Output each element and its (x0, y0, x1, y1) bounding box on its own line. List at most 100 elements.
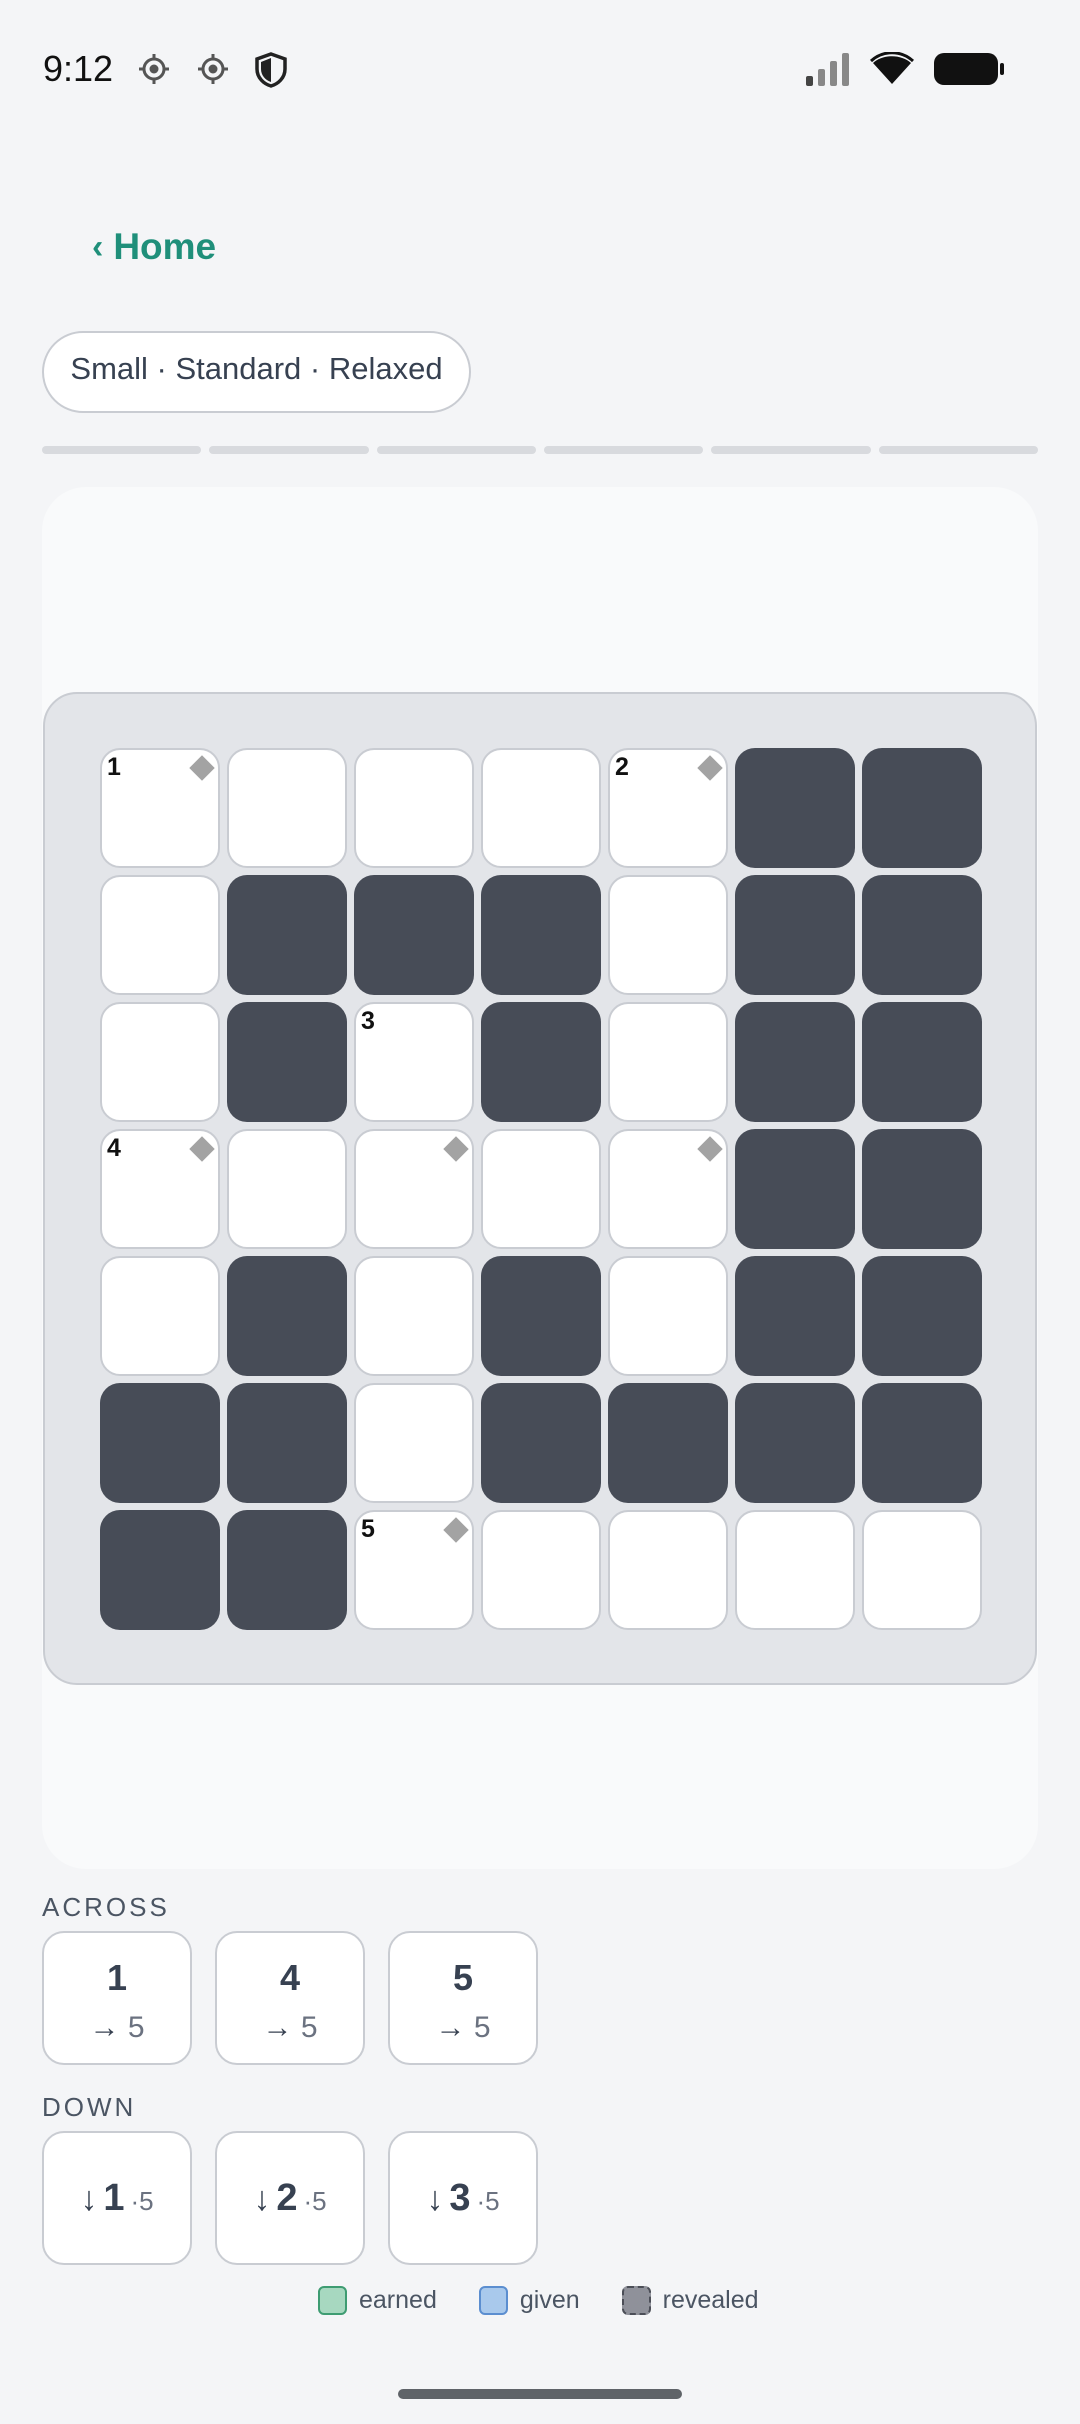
shield-icon (254, 52, 288, 93)
clue-number: 1 (103, 2177, 125, 2219)
progress-segment (376, 446, 536, 454)
across-clue-5[interactable]: 5 → 5 (388, 1931, 538, 2065)
status-right (805, 50, 1005, 91)
progress-segment (209, 446, 369, 454)
down-label: DOWN (42, 2092, 137, 2122)
grid-cell-blocked (735, 1383, 855, 1503)
grid-cell-blocked (608, 1383, 728, 1503)
clue-number: 1 (106, 1957, 128, 1998)
clue-number: 5 (452, 1957, 474, 1998)
grid-cell[interactable] (481, 1510, 601, 1630)
across-label: ACROSS (42, 1892, 170, 1922)
progress-segment (711, 446, 871, 454)
home-back-link[interactable]: ‹ Home (92, 226, 216, 268)
grid-cell-blocked (100, 1383, 220, 1503)
grid-cell[interactable] (608, 1256, 728, 1376)
grid-cell-blocked (481, 1383, 601, 1503)
grid-cell-blocked (227, 875, 347, 995)
grid-cell[interactable]: 4 (100, 1129, 220, 1249)
cell-number: 5 (361, 1515, 375, 1543)
grid-cell[interactable]: 1 (100, 748, 220, 868)
progress-bar (42, 446, 1038, 454)
legend-earned: earned (318, 2286, 437, 2315)
grid-cell[interactable] (354, 1129, 474, 1249)
battery-icon (933, 52, 1005, 91)
grid-cell[interactable] (100, 875, 220, 995)
grid-cell-blocked (862, 748, 982, 868)
down-clue-1[interactable]: ↓ 1 ·5 (42, 2131, 192, 2265)
crossword-board: 1 2 3 4 5 (43, 692, 1037, 1685)
arrow-right-icon: → (262, 2011, 293, 2044)
home-indicator[interactable] (398, 2389, 682, 2399)
hint-diamond-icon (697, 1136, 723, 1162)
grid-cell[interactable] (227, 748, 347, 868)
clue-length: ·5 (130, 2186, 154, 2216)
progress-segment (42, 446, 202, 454)
grid-cell-blocked (227, 1002, 347, 1122)
chip-label: Small · Standard · Relaxed (70, 351, 443, 386)
gps-icon (196, 52, 230, 91)
grid-cell[interactable] (608, 1002, 728, 1122)
status-bar: 9:12 (0, 0, 1080, 140)
given-swatch-icon (478, 2286, 508, 2315)
revealed-swatch-icon (621, 2286, 651, 2315)
grid-cell-blocked (481, 875, 601, 995)
home-link-label: Home (113, 226, 217, 267)
legend: earned given revealed (318, 2286, 801, 2315)
grid-cell[interactable] (100, 1002, 220, 1122)
grid-cell[interactable] (354, 748, 474, 868)
grid-cell-blocked (735, 1129, 855, 1249)
grid-cell[interactable] (481, 748, 601, 868)
grid-cell-blocked (481, 1002, 601, 1122)
grid-cell-blocked (354, 875, 474, 995)
grid-cell-blocked (735, 748, 855, 868)
progress-segment (878, 446, 1038, 454)
arrow-right-icon: → (435, 2011, 466, 2044)
clue-length: → 5 (89, 2011, 145, 2044)
grid-cell-blocked (862, 1002, 982, 1122)
grid-cell[interactable] (481, 1129, 601, 1249)
arrow-down-icon: ↓ (426, 2180, 444, 2218)
grid-cell-blocked (481, 1256, 601, 1376)
clue-length: → 5 (262, 2011, 318, 2044)
clue-length: → 5 (435, 2011, 491, 2044)
grid-cell[interactable] (227, 1129, 347, 1249)
hint-diamond-icon (189, 1136, 215, 1162)
arrow-right-icon: → (89, 2011, 120, 2044)
grid-cell-blocked (227, 1510, 347, 1630)
grid-cell-blocked (862, 1383, 982, 1503)
grid-cell[interactable] (862, 1510, 982, 1630)
grid-cell[interactable] (354, 1383, 474, 1503)
cell-number: 4 (107, 1134, 121, 1162)
down-clue-2[interactable]: ↓ 2 ·5 (215, 2131, 365, 2265)
grid-cell[interactable] (608, 1510, 728, 1630)
grid-cell[interactable]: 2 (608, 748, 728, 868)
grid-cell[interactable]: 3 (354, 1002, 474, 1122)
grid-cell-blocked (735, 875, 855, 995)
signal-icon (805, 52, 851, 91)
grid-cell[interactable] (100, 1256, 220, 1376)
grid-cell[interactable] (735, 1510, 855, 1630)
hint-diamond-icon (189, 755, 215, 781)
hint-diamond-icon (443, 1136, 469, 1162)
clue-length: ·5 (303, 2186, 327, 2216)
across-clue-4[interactable]: 4 → 5 (215, 1931, 365, 2065)
grid-cell-blocked (100, 1510, 220, 1630)
progress-segment (543, 446, 704, 454)
grid-cell[interactable] (608, 875, 728, 995)
hint-diamond-icon (443, 1517, 469, 1543)
grid-cell-blocked (227, 1256, 347, 1376)
grid-cell[interactable] (354, 1256, 474, 1376)
cell-number: 1 (107, 753, 121, 781)
across-clue-1[interactable]: 1 → 5 (42, 1931, 192, 2065)
down-clue-3[interactable]: ↓ 3 ·5 (388, 2131, 538, 2265)
clue-number: 4 (279, 1957, 301, 1998)
grid-cell-blocked (862, 1129, 982, 1249)
clue-number: 2 (276, 2177, 298, 2219)
puzzle-settings-chip[interactable]: Small · Standard · Relaxed (42, 331, 471, 413)
cell-number: 3 (361, 1007, 375, 1035)
chevron-left-icon: ‹ (92, 227, 104, 266)
grid-cell[interactable] (608, 1129, 728, 1249)
grid-cell-blocked (227, 1383, 347, 1503)
grid-cell[interactable]: 5 (354, 1510, 474, 1630)
